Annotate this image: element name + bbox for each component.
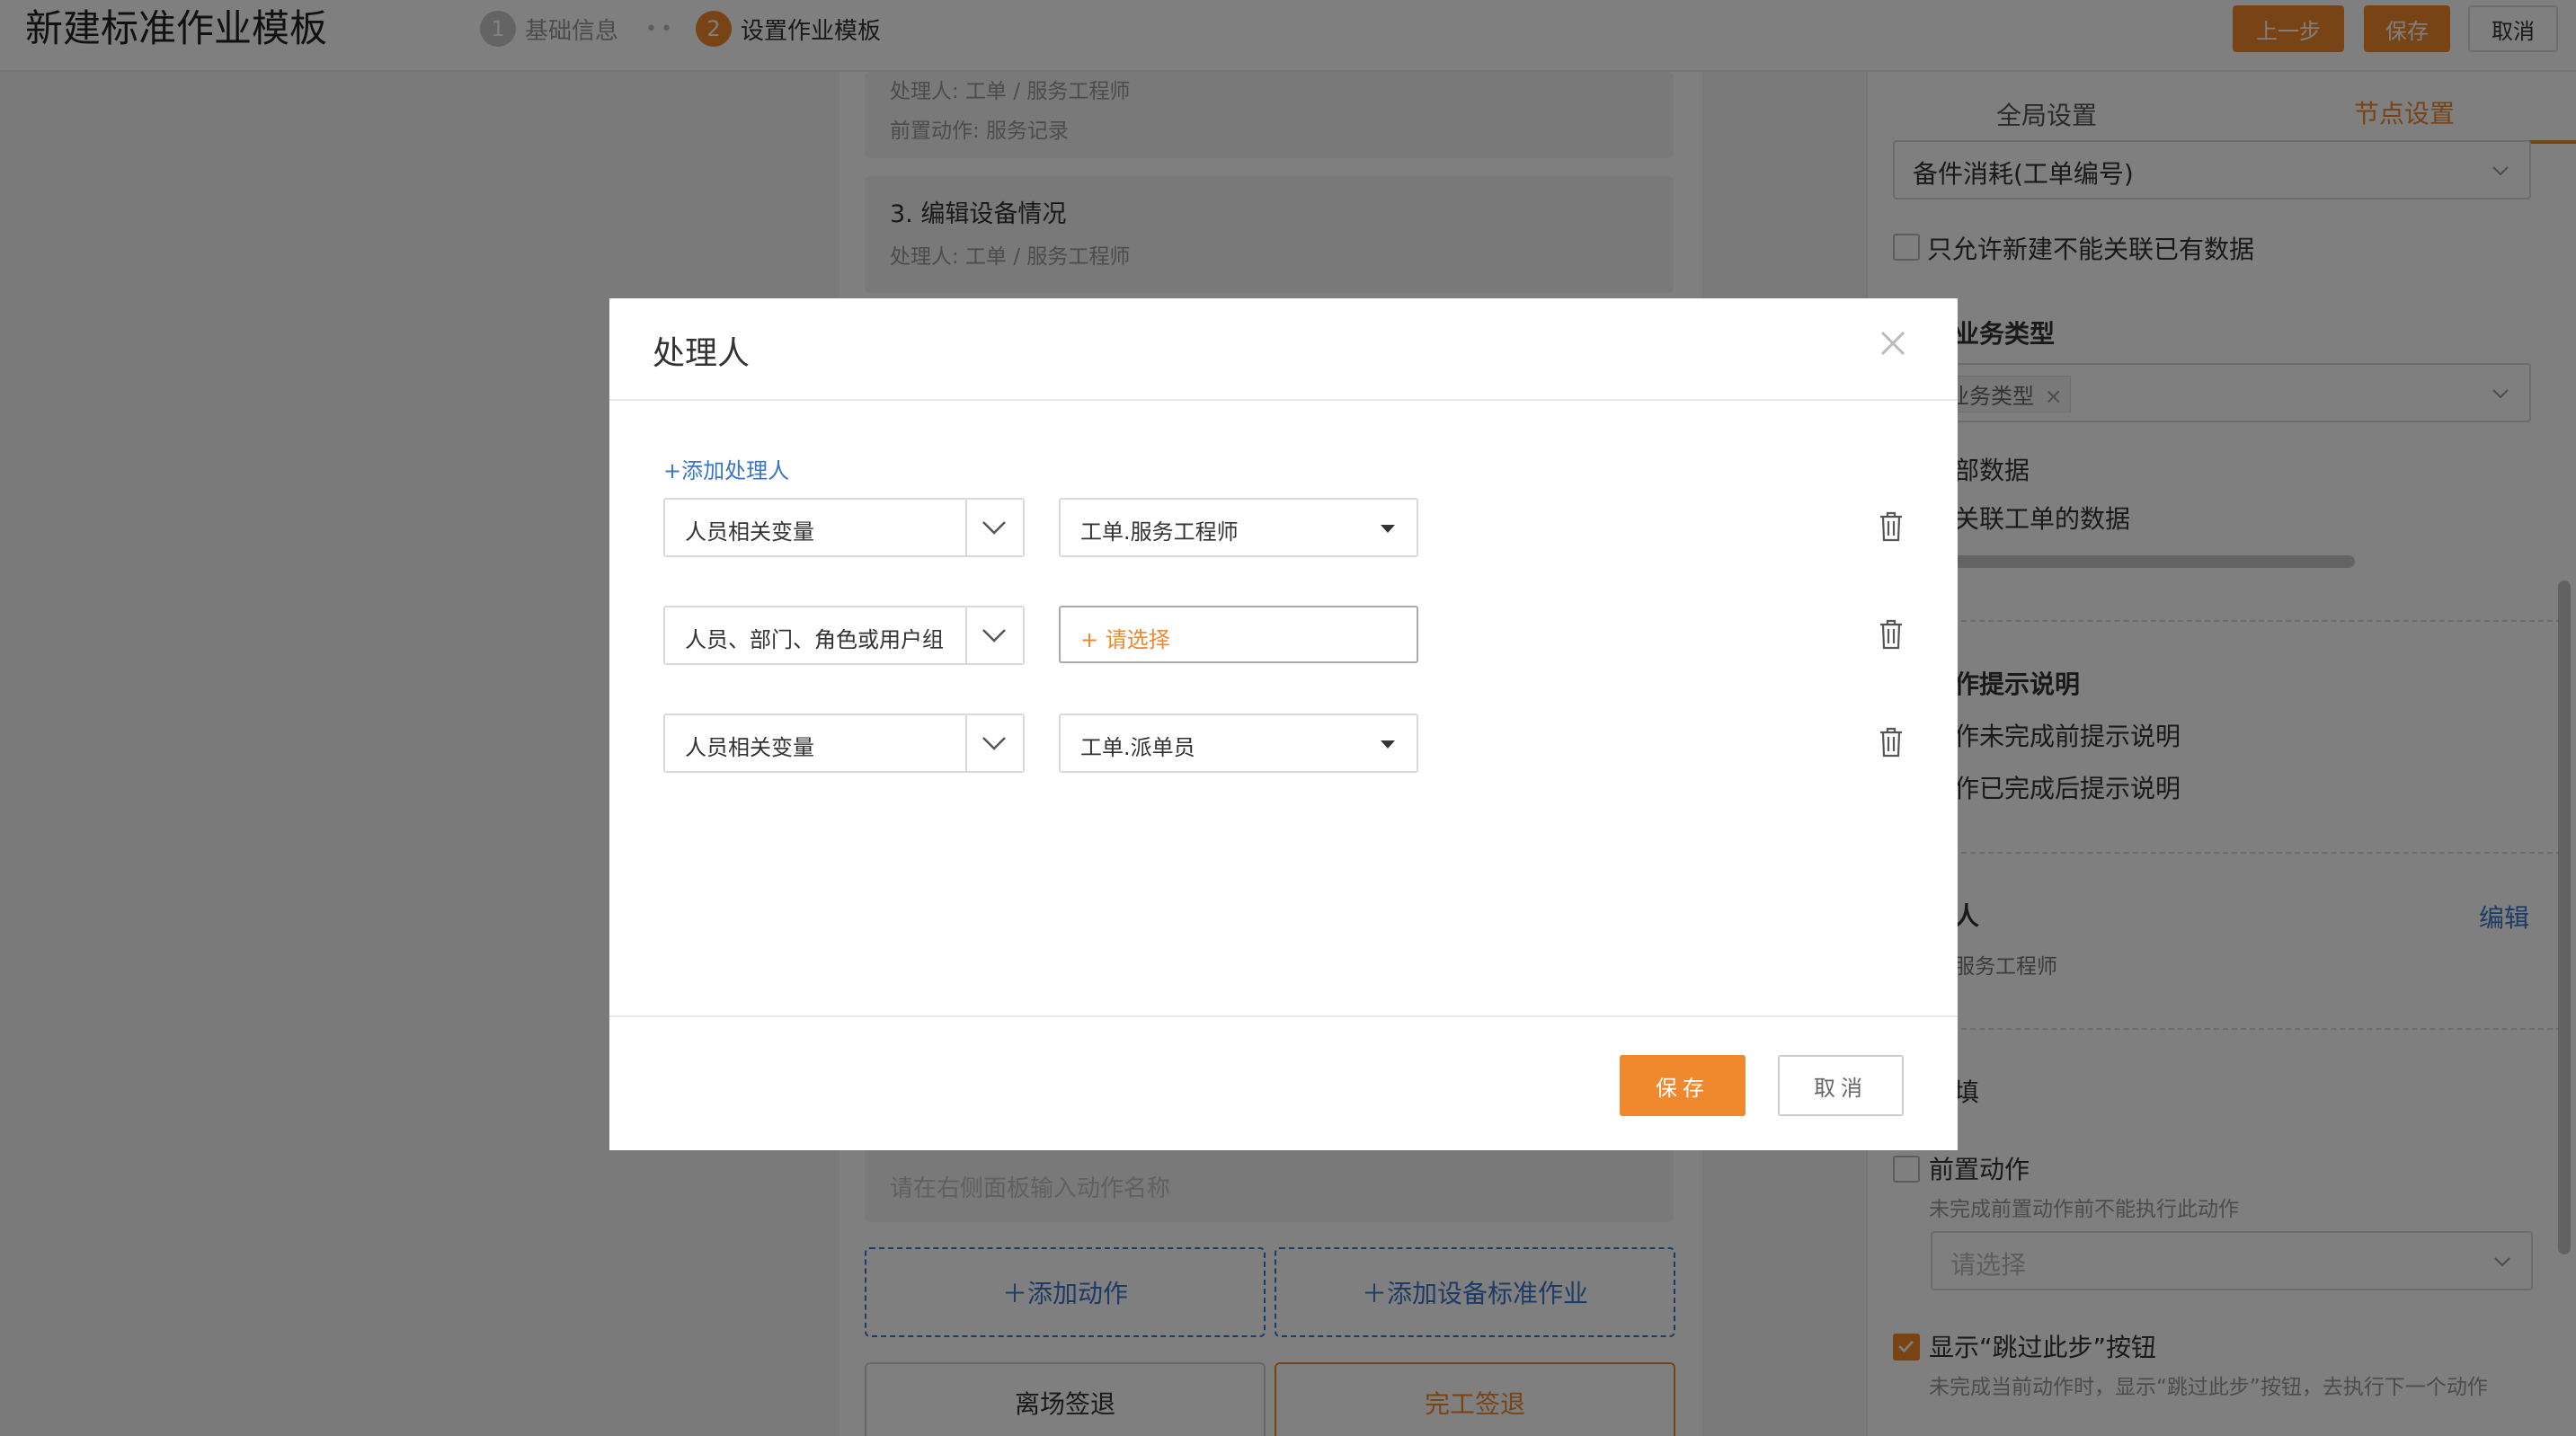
caret-down-icon xyxy=(1381,525,1395,533)
add-handler-link[interactable]: +添加处理人 xyxy=(663,453,789,484)
handler-value-text: 工单.派单员 xyxy=(1080,735,1195,760)
handler-type-value: 人员、部门、角色或用户组 xyxy=(685,627,944,652)
dialog-save-button[interactable]: 保存 xyxy=(1620,1055,1745,1116)
dialog-header: 处理人 xyxy=(609,298,1958,401)
select-divider xyxy=(965,715,967,771)
dialog-cancel-button[interactable]: 取消 xyxy=(1778,1055,1904,1116)
handler-dialog: 处理人 +添加处理人 人员相关变量 工单.服务工程师 人员、部门、角色或用户组 … xyxy=(609,298,1958,1150)
handler-type-select[interactable]: 人员、部门、角色或用户组 xyxy=(663,606,1025,665)
chevron-down-icon xyxy=(982,521,1006,535)
trash-icon[interactable] xyxy=(1877,726,1905,758)
handler-type-value: 人员相关变量 xyxy=(685,735,814,760)
dialog-footer: 保存 取消 xyxy=(609,1015,1958,1150)
handler-type-select[interactable]: 人员相关变量 xyxy=(663,714,1025,773)
handler-type-value: 人员相关变量 xyxy=(685,519,814,545)
dialog-title: 处理人 xyxy=(653,335,751,372)
chevron-down-icon xyxy=(982,629,1006,643)
chevron-down-icon xyxy=(982,737,1006,750)
select-divider xyxy=(965,607,967,663)
handler-value-text: 工单.服务工程师 xyxy=(1080,519,1239,545)
handler-picker[interactable]: + 请选择 xyxy=(1059,606,1418,663)
select-divider xyxy=(965,500,967,555)
handler-value-select[interactable]: 工单.服务工程师 xyxy=(1059,498,1418,557)
trash-icon[interactable] xyxy=(1877,510,1905,543)
caret-down-icon xyxy=(1381,740,1395,749)
close-icon[interactable] xyxy=(1875,325,1911,361)
handler-value-select[interactable]: 工单.派单员 xyxy=(1059,714,1418,773)
trash-icon[interactable] xyxy=(1877,618,1905,651)
handler-picker-placeholder: + 请选择 xyxy=(1080,627,1170,652)
handler-type-select[interactable]: 人员相关变量 xyxy=(663,498,1025,557)
